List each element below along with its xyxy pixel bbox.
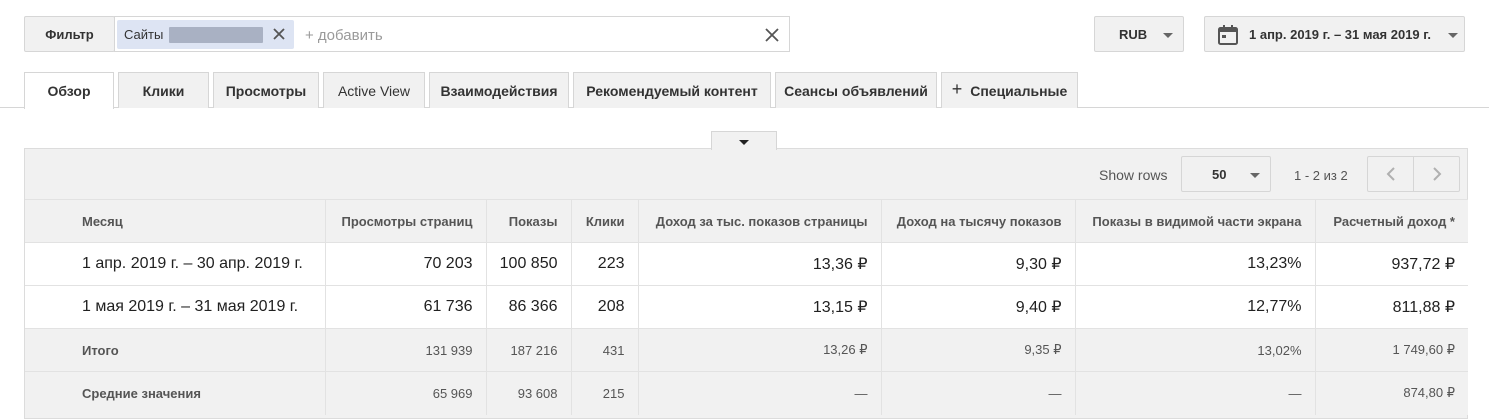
chevron-right-icon: [1432, 167, 1441, 181]
currency-select[interactable]: RUB: [1094, 16, 1184, 52]
column-header[interactable]: Доход на тысячу показов: [881, 199, 1076, 243]
table-cell: 208: [571, 285, 639, 329]
chip-close-icon[interactable]: [270, 25, 288, 43]
tab-active-view[interactable]: Active View: [323, 72, 425, 108]
tab-label: Клики: [142, 82, 185, 99]
rows-per-page-value: 50: [1212, 167, 1227, 182]
plus-icon: +: [951, 79, 963, 99]
average-row-label: Средние значения: [25, 371, 326, 415]
column-header[interactable]: Показы в видимой части экрана: [1075, 199, 1316, 243]
tab-custom[interactable]: + Специальные: [941, 72, 1078, 108]
table-header-row: Месяц Просмотры страниц Показы Клики Дох…: [25, 199, 1468, 243]
average-cell: —: [881, 371, 1076, 415]
column-header[interactable]: Клики: [571, 199, 639, 243]
column-header[interactable]: Просмотры страниц: [325, 199, 487, 243]
table-row: 1 апр. 2019 г. – 30 апр. 2019 г. 70 203 …: [25, 242, 1468, 286]
total-cell: 1 749,60 ₽: [1315, 328, 1468, 372]
tab-label: Взаимодействия: [440, 82, 558, 99]
tab-recommended-content[interactable]: Рекомендуемый контент: [573, 72, 771, 108]
average-cell: 874,80 ₽: [1315, 371, 1468, 415]
chevron-left-icon: [1386, 167, 1395, 181]
rows-per-page-select[interactable]: 50: [1181, 156, 1271, 192]
tab-label: Обзор: [47, 83, 91, 99]
currency-value: RUB: [1119, 27, 1148, 42]
total-cell: 431: [571, 328, 639, 372]
tab-label: Просмотры: [225, 82, 307, 99]
table-cell: 13,36 ₽: [638, 242, 882, 286]
table-cell: 100 850: [486, 242, 572, 286]
average-cell: 65 969: [325, 371, 487, 415]
column-header[interactable]: Месяц: [25, 199, 326, 243]
total-cell: 131 939: [325, 328, 487, 372]
caret-down-icon: [739, 140, 749, 145]
table-cell: 86 366: [486, 285, 572, 329]
table-cell: 937,72 ₽: [1315, 242, 1468, 286]
report-table-panel: Show rows 50 1 - 2 из 2 Месяц Просмотры …: [24, 148, 1468, 419]
average-cell: —: [1075, 371, 1316, 415]
table-cell: 223: [571, 242, 639, 286]
table-cell: 1 апр. 2019 г. – 30 апр. 2019 г.: [25, 242, 326, 286]
calendar-icon: [1218, 25, 1238, 45]
table-cell: 811,88 ₽: [1315, 285, 1468, 329]
collapse-chart-toggle[interactable]: [711, 131, 777, 150]
column-header[interactable]: Доход за тыс. показов страницы: [638, 199, 882, 243]
chevron-down-icon: [1250, 173, 1260, 178]
tab-label: Сеансы объявлений: [784, 82, 928, 99]
tab-overview[interactable]: Обзор: [24, 72, 114, 109]
average-cell: 215: [571, 371, 639, 415]
tab-label: Специальные: [970, 82, 1068, 99]
table-cell: 9,30 ₽: [881, 242, 1076, 286]
report-table: Месяц Просмотры страниц Показы Клики Дох…: [25, 199, 1468, 415]
table-cell: 9,40 ₽: [881, 285, 1076, 329]
filter-button[interactable]: Фильтр: [24, 16, 115, 52]
filter-bar[interactable]: Сайты: [114, 16, 790, 52]
table-cell: 13,23%: [1075, 242, 1316, 286]
tab-label: Рекомендуемый контент: [586, 82, 758, 99]
table-cell: 61 736: [325, 285, 487, 329]
average-row: Средние значения 65 969 93 608 215 — — —…: [25, 371, 1468, 415]
chevron-down-icon: [1448, 33, 1458, 38]
total-row-label: Итого: [25, 328, 326, 372]
tab-interactions[interactable]: Взаимодействия: [429, 72, 569, 108]
tab-ad-sessions[interactable]: Сеансы объявлений: [775, 72, 937, 108]
next-page-button[interactable]: [1413, 156, 1460, 192]
tab-clicks[interactable]: Клики: [118, 72, 209, 108]
chevron-down-icon: [1163, 33, 1173, 38]
total-cell: 187 216: [486, 328, 572, 372]
total-cell: 13,26 ₽: [638, 328, 882, 372]
average-cell: 93 608: [486, 371, 572, 415]
filter-button-label: Фильтр: [45, 26, 94, 42]
table-cell: 13,15 ₽: [638, 285, 882, 329]
column-header[interactable]: Показы: [486, 199, 572, 243]
tab-label: Active View: [337, 82, 411, 99]
total-cell: 13,02%: [1075, 328, 1316, 372]
column-header[interactable]: Расчетный доход *: [1315, 199, 1468, 243]
pagination-range: 1 - 2 из 2: [1294, 168, 1348, 183]
show-rows-label: Show rows: [1099, 167, 1168, 183]
total-row: Итого 131 939 187 216 431 13,26 ₽ 9,35 ₽…: [25, 328, 1468, 372]
date-range-label: 1 апр. 2019 г. – 31 мая 2019 г.: [1249, 27, 1431, 42]
table-cell: 12,77%: [1075, 285, 1316, 329]
total-cell: 9,35 ₽: [881, 328, 1076, 372]
clear-filters-icon[interactable]: [763, 26, 781, 44]
average-cell: —: [638, 371, 882, 415]
add-filter-input[interactable]: [305, 26, 725, 44]
date-range-picker[interactable]: 1 апр. 2019 г. – 31 мая 2019 г.: [1204, 16, 1465, 52]
redacted-site-name: [169, 26, 264, 43]
table-row: 1 мая 2019 г. – 31 мая 2019 г. 61 736 86…: [25, 285, 1468, 329]
tab-views[interactable]: Просмотры: [213, 72, 319, 108]
table-cell: 70 203: [325, 242, 487, 286]
filter-chip-label: Сайты: [124, 27, 164, 42]
filter-chip-sites[interactable]: Сайты: [117, 20, 294, 49]
previous-page-button[interactable]: [1367, 156, 1414, 192]
table-cell: 1 мая 2019 г. – 31 мая 2019 г.: [25, 285, 326, 329]
